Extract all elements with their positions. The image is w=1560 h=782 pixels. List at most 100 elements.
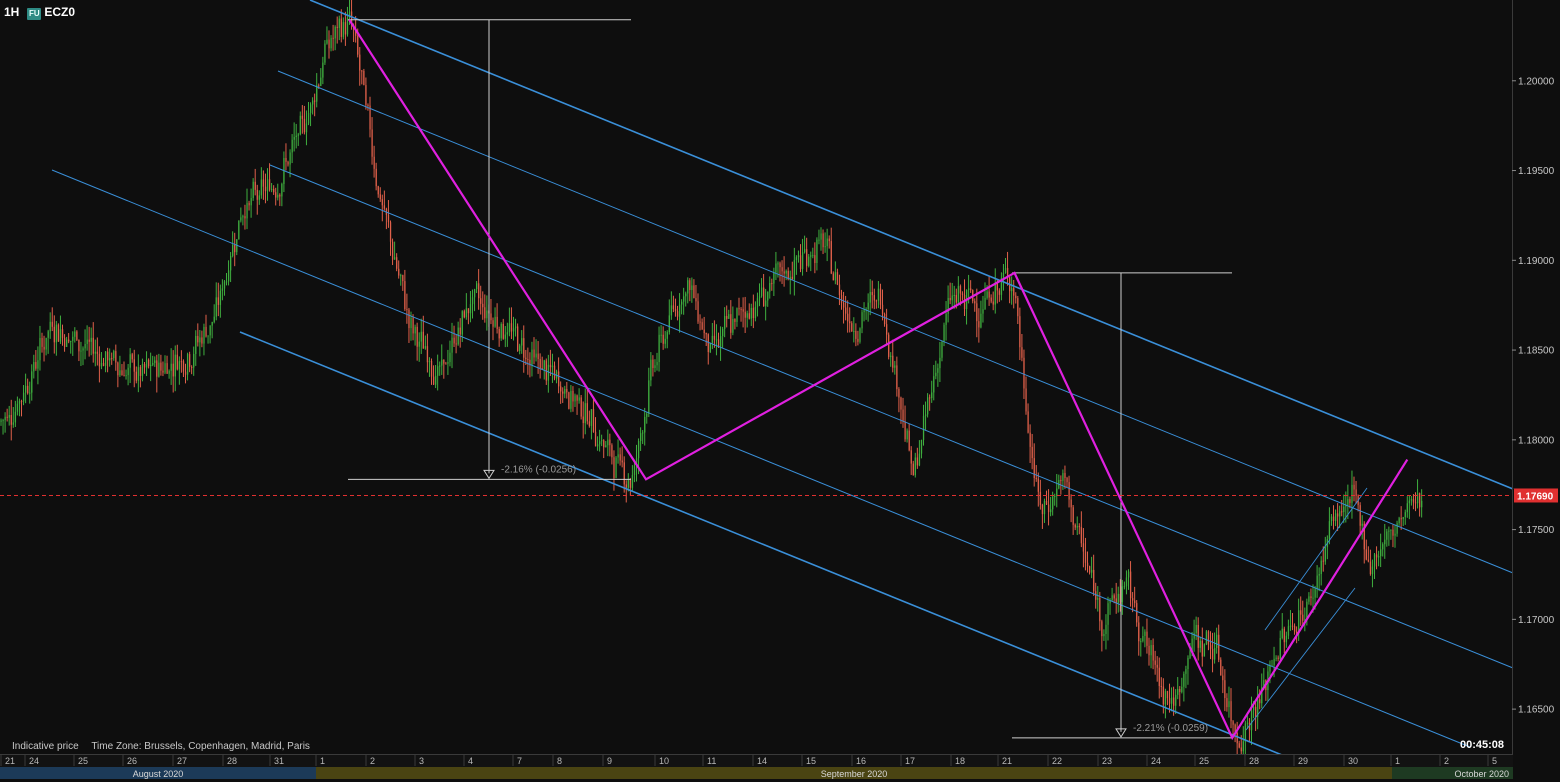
day-label: 22 bbox=[1052, 756, 1062, 766]
candle-body bbox=[601, 440, 603, 442]
candle-body bbox=[1107, 603, 1109, 625]
candle-body bbox=[389, 222, 392, 242]
candle-body bbox=[59, 329, 62, 342]
candle-body bbox=[863, 310, 865, 313]
candle-body bbox=[1244, 723, 1247, 742]
day-label: 21 bbox=[5, 756, 15, 766]
candle-body bbox=[238, 220, 240, 240]
candle-body bbox=[1011, 288, 1013, 292]
candle-body bbox=[137, 367, 140, 381]
candle-body bbox=[303, 118, 306, 133]
candle-body bbox=[29, 392, 31, 394]
candle-body bbox=[918, 453, 921, 466]
candle-body bbox=[1050, 509, 1052, 513]
candle-body bbox=[453, 337, 455, 344]
candle-body bbox=[949, 297, 951, 301]
candle-body bbox=[594, 431, 597, 447]
candle-body bbox=[660, 334, 662, 336]
candle-body bbox=[1230, 701, 1232, 722]
candle-body bbox=[486, 310, 488, 319]
timeframe-label[interactable]: 1H bbox=[4, 5, 19, 19]
candle-body bbox=[1416, 493, 1419, 504]
candle-body bbox=[525, 357, 527, 360]
candle-body bbox=[98, 353, 101, 367]
symbol-group[interactable]: FU ECZ0 bbox=[27, 5, 75, 20]
candle-body bbox=[164, 363, 166, 373]
candle-body bbox=[437, 366, 439, 376]
candle-body bbox=[1177, 688, 1179, 695]
candle-body bbox=[683, 296, 685, 302]
candle-body bbox=[668, 315, 670, 333]
candle-body bbox=[728, 314, 730, 319]
candle-body bbox=[51, 321, 53, 327]
candle-body bbox=[156, 360, 158, 377]
candle-body bbox=[988, 291, 990, 298]
candle-body bbox=[387, 214, 390, 223]
candle-body bbox=[314, 100, 316, 102]
candle-body bbox=[574, 395, 576, 402]
candle-body bbox=[816, 239, 818, 264]
candle-body bbox=[871, 291, 873, 296]
price-tick-label: 1.19000 bbox=[1518, 256, 1555, 267]
candle-body bbox=[599, 441, 601, 445]
candle-body bbox=[1273, 658, 1275, 666]
candle-body bbox=[1082, 543, 1085, 552]
candle-body bbox=[230, 255, 232, 271]
candle-body bbox=[1392, 529, 1394, 536]
candle-body bbox=[33, 362, 35, 372]
candle-body bbox=[363, 70, 365, 86]
candle-body bbox=[1337, 513, 1339, 517]
candle-body bbox=[740, 309, 742, 311]
candle-body bbox=[27, 385, 29, 394]
candle-body bbox=[754, 306, 757, 319]
price-chart[interactable]: -2.16% (-0.0256) -2.21% (-0.0259) 1.16500… bbox=[0, 0, 1560, 782]
candle-body bbox=[1220, 659, 1222, 676]
candle-body bbox=[86, 339, 88, 344]
candle-body bbox=[1072, 507, 1074, 525]
candle-body bbox=[717, 339, 720, 347]
candle-body bbox=[346, 18, 349, 35]
candle-body bbox=[484, 307, 486, 319]
candle-body bbox=[578, 397, 580, 401]
candle-body bbox=[1314, 588, 1316, 598]
candle-body bbox=[217, 297, 219, 305]
candle-body bbox=[422, 331, 424, 349]
candle-body bbox=[1419, 493, 1421, 508]
candle-body bbox=[424, 346, 427, 349]
candle-body bbox=[53, 326, 55, 343]
candle-body bbox=[398, 268, 400, 276]
candle-body bbox=[701, 322, 703, 330]
candle-body bbox=[697, 301, 699, 322]
day-label: 3 bbox=[419, 756, 424, 766]
candle-body bbox=[709, 343, 711, 352]
candle-body bbox=[207, 335, 209, 337]
candle-body bbox=[1322, 560, 1324, 562]
candle-body bbox=[340, 18, 342, 37]
candle-body bbox=[512, 328, 515, 332]
day-label: 14 bbox=[757, 756, 767, 766]
day-label: 17 bbox=[905, 756, 915, 766]
candle-body bbox=[568, 392, 570, 409]
candle-body bbox=[176, 354, 178, 370]
candle-body bbox=[1019, 316, 1021, 348]
candle-body bbox=[808, 256, 810, 266]
candle-body bbox=[752, 307, 755, 319]
candle-body bbox=[1168, 698, 1171, 704]
candle-body bbox=[1091, 569, 1093, 573]
candle-body bbox=[197, 336, 199, 343]
candle-body bbox=[1218, 634, 1220, 660]
candle-body bbox=[104, 351, 107, 366]
day-label: 25 bbox=[1199, 756, 1209, 766]
candle-body bbox=[170, 363, 172, 371]
candle-body bbox=[57, 324, 60, 342]
measure-1-label: -2.16% (-0.0256) bbox=[501, 464, 576, 475]
candle-body bbox=[1031, 446, 1033, 459]
candle-body bbox=[959, 286, 962, 294]
candle-body bbox=[879, 288, 882, 305]
candle-body bbox=[191, 366, 193, 368]
candle-body bbox=[281, 183, 283, 197]
time-axis[interactable]: 21 24 25 26 27 28 31 1 2 3 4 7 8 9 10 11 14 15 16 17 18 21 22 2… bbox=[0, 754, 1513, 779]
candle-body bbox=[1302, 614, 1304, 621]
candle-body bbox=[168, 370, 170, 374]
candle-body bbox=[66, 339, 68, 347]
